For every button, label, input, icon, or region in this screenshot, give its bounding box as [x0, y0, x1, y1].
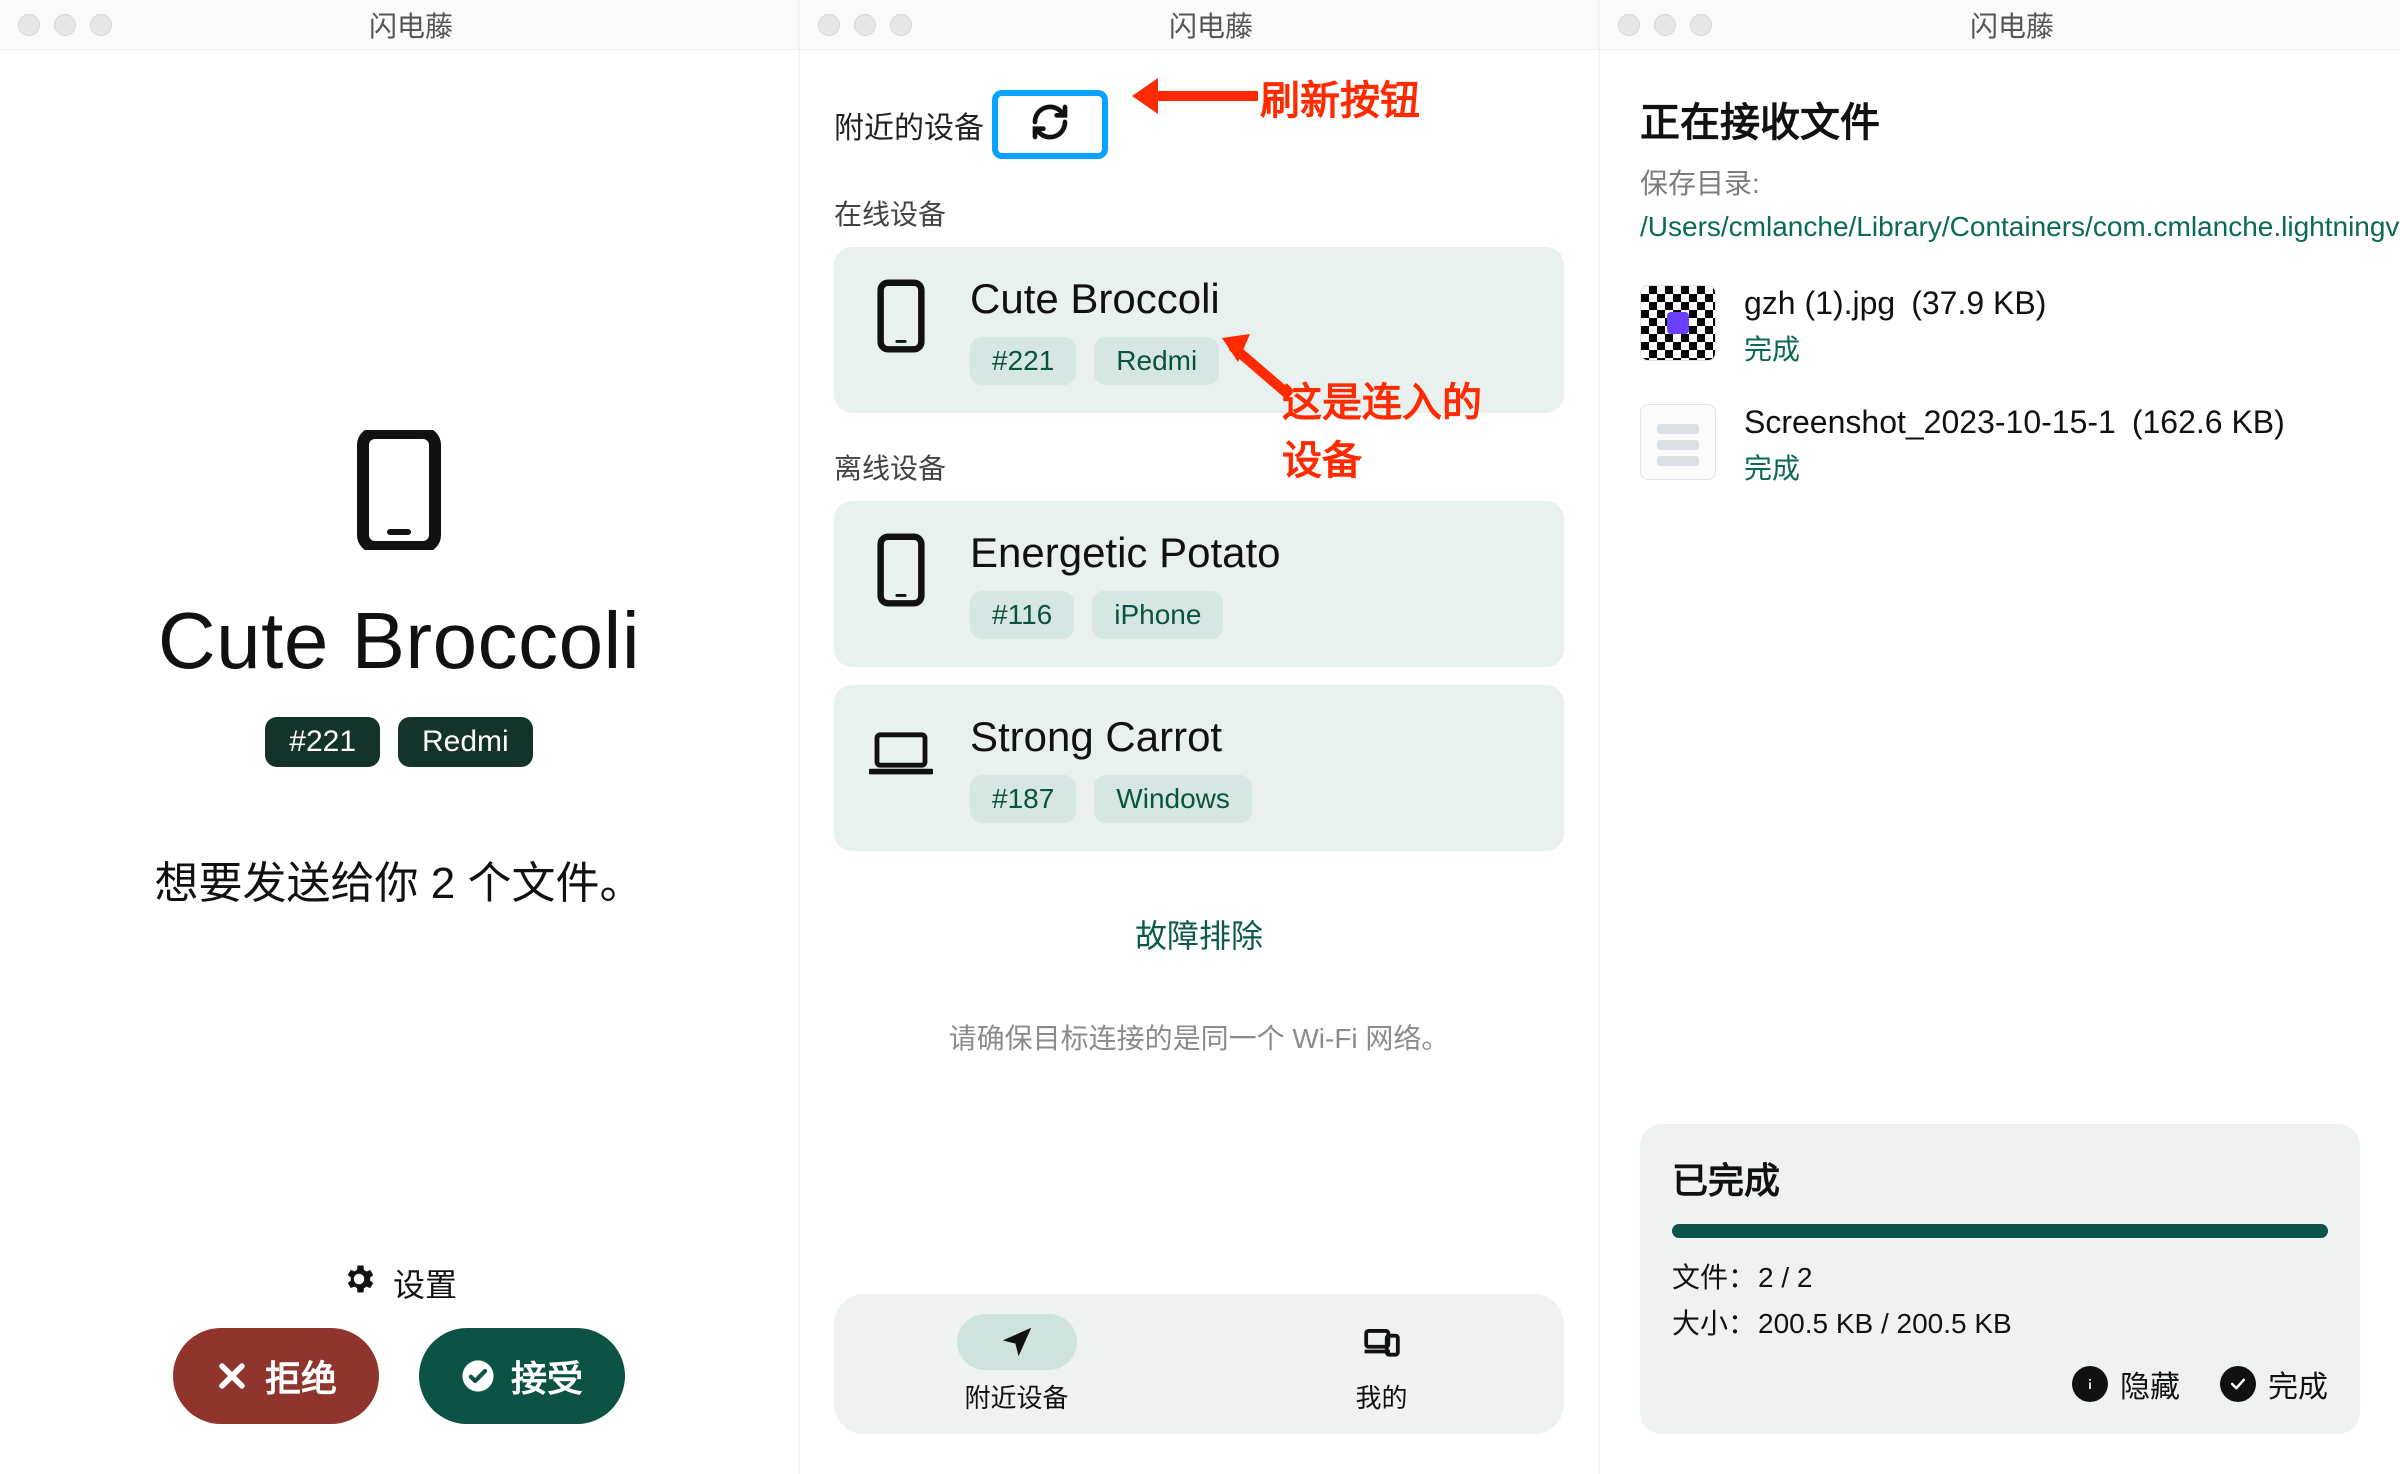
nearby-devices-header: 附近的设备 [834, 103, 984, 147]
close-icon[interactable] [818, 14, 840, 36]
titlebar: 闪电藤 [0, 0, 798, 50]
refresh-button[interactable] [992, 90, 1108, 159]
request-message: 想要发送给你 2 个文件。 [155, 847, 644, 911]
close-icon[interactable] [1618, 14, 1640, 36]
receiving-title: 正在接收文件 [1640, 90, 2360, 148]
file-thumbnail [1640, 404, 1716, 480]
annotation-connected-device: 这是连入的 设备 [1282, 370, 1482, 486]
file-size: (162.6 KB) [2132, 404, 2285, 441]
accept-button[interactable]: 接受 [419, 1328, 625, 1424]
file-size: (37.9 KB) [1911, 285, 2046, 322]
device-card-offline[interactable]: Energetic Potato #116 iPhone [834, 501, 1564, 667]
annotation-refresh: 刷新按钮 [1260, 68, 1420, 126]
bottom-nav: 附近设备 我的 [834, 1294, 1564, 1434]
done-button[interactable]: 完成 [2220, 1362, 2328, 1406]
device-id-badge: #116 [970, 591, 1074, 639]
laptop-icon [866, 713, 936, 791]
device-id-badge: #187 [970, 775, 1076, 823]
transfer-summary: 已完成 文件：2 / 2 大小：200.5 KB / 200.5 KB 隐藏 完… [1640, 1124, 2360, 1434]
window-title: 闪电藤 [842, 5, 1580, 45]
gear-icon [341, 1261, 377, 1305]
close-icon[interactable] [18, 14, 40, 36]
window-title: 闪电藤 [42, 5, 780, 45]
online-devices-header: 在线设备 [834, 193, 1564, 233]
panel-nearby-devices: 闪电藤 附近的设备 刷新按钮 在线设备 [800, 0, 1600, 1474]
sender-id-badge: #221 [265, 717, 380, 767]
device-brand-badge: iPhone [1092, 591, 1223, 639]
panel-incoming-request: 闪电藤 Cute Broccoli #221 Redmi 想要发送给你 2 个文… [0, 0, 800, 1474]
refresh-icon [1030, 102, 1070, 147]
sender-name: Cute Broccoli [158, 595, 640, 687]
device-name: Strong Carrot [970, 713, 1532, 761]
file-row[interactable]: gzh (1).jpg (37.9 KB) 完成 [1640, 285, 2360, 368]
file-name: Screenshot_2023-10-15-1 [1744, 404, 2116, 441]
settings-label: 设置 [393, 1260, 457, 1306]
wifi-note: 请确保目标连接的是同一个 Wi-Fi 网络。 [834, 1017, 1564, 1057]
device-id-badge: #221 [970, 337, 1076, 385]
check-icon [2220, 1366, 2256, 1402]
info-icon [2072, 1366, 2108, 1402]
file-thumbnail [1640, 285, 1716, 361]
titlebar: 闪电藤 [1600, 0, 2400, 50]
save-path-label: 保存目录: [1640, 168, 1760, 199]
troubleshoot-link[interactable]: 故障排除 [834, 911, 1564, 957]
device-brand-badge: Redmi [1094, 337, 1219, 385]
save-path-value: /Users/cmlanche/Library/Containers/com.c… [1640, 211, 2400, 242]
device-brand-badge: Windows [1094, 775, 1252, 823]
nav-nearby-label: 附近设备 [964, 1378, 1068, 1415]
phone-icon [866, 529, 936, 607]
panel-receiving-files: 闪电藤 正在接收文件 保存目录: /Users/cmlanche/Library… [1600, 0, 2400, 1474]
summary-size: 大小：200.5 KB / 200.5 KB [1672, 1302, 2328, 1342]
device-name: Cute Broccoli [970, 275, 1532, 323]
accept-label: 接受 [511, 1350, 583, 1402]
window-title: 闪电藤 [1642, 5, 2382, 45]
decline-button[interactable]: 拒绝 [173, 1328, 379, 1424]
settings-button[interactable]: 设置 [0, 1260, 798, 1306]
file-status: 完成 [1744, 328, 2360, 368]
phone-icon [349, 430, 449, 555]
save-path[interactable]: 保存目录: /Users/cmlanche/Library/Containers… [1640, 162, 2360, 249]
file-row[interactable]: Screenshot_2023-10-15-1 (162.6 KB) 完成 [1640, 404, 2360, 487]
summary-files: 文件：2 / 2 [1672, 1256, 2328, 1296]
summary-title: 已完成 [1672, 1152, 2328, 1204]
sender-brand-badge: Redmi [398, 717, 533, 767]
file-name: gzh (1).jpg [1744, 285, 1895, 322]
nav-mine[interactable]: 我的 [1199, 1314, 1564, 1415]
progress-bar [1672, 1224, 2328, 1238]
hide-button[interactable]: 隐藏 [2072, 1362, 2180, 1406]
phone-icon [866, 275, 936, 353]
nav-nearby[interactable]: 附近设备 [834, 1314, 1199, 1415]
location-arrow-icon [957, 1314, 1077, 1370]
file-status: 完成 [1744, 447, 2360, 487]
devices-icon [1322, 1314, 1442, 1370]
device-name: Energetic Potato [970, 529, 1532, 577]
titlebar: 闪电藤 [800, 0, 1598, 50]
device-card-offline[interactable]: Strong Carrot #187 Windows [834, 685, 1564, 851]
nav-mine-label: 我的 [1355, 1378, 1407, 1415]
decline-label: 拒绝 [265, 1350, 337, 1402]
